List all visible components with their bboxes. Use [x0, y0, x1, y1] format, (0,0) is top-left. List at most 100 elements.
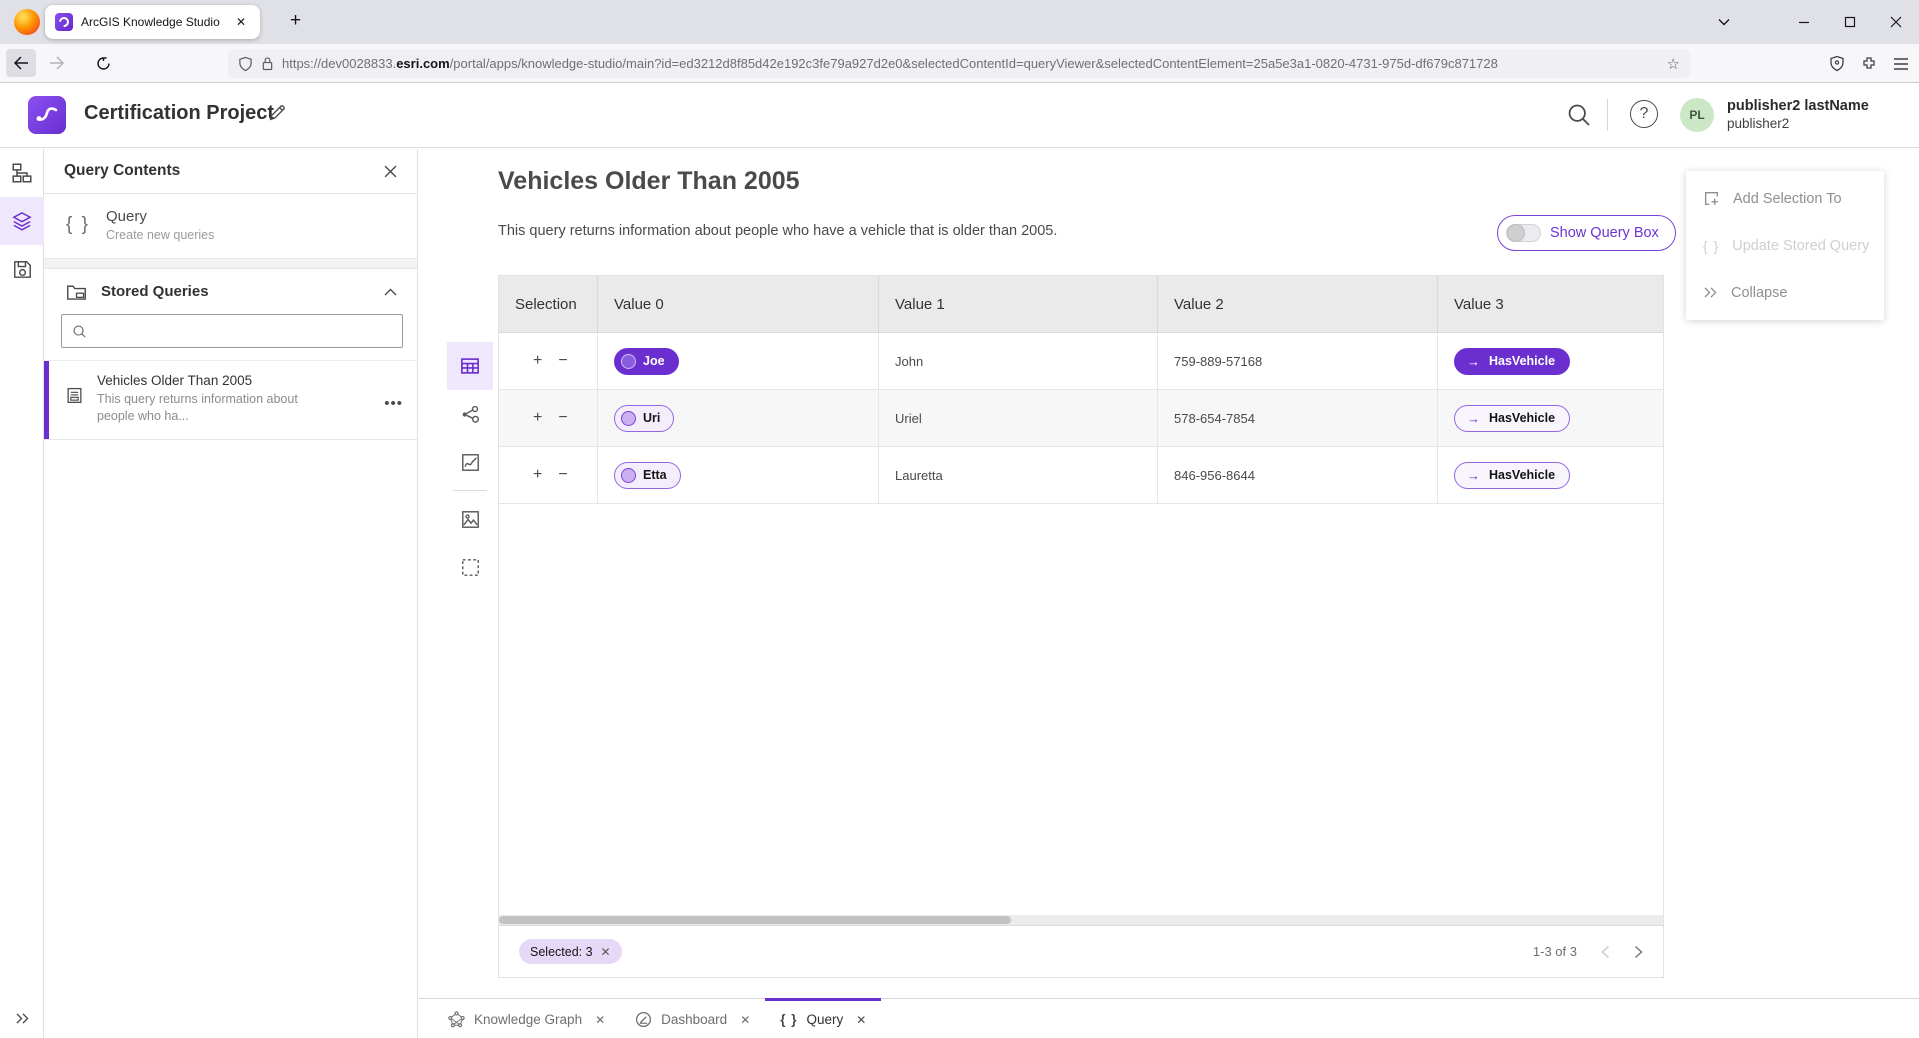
header-divider: [1607, 99, 1608, 131]
lock-icon[interactable]: [261, 56, 274, 71]
table-header-row: Selection Value 0 Value 1 Value 2 Value …: [499, 276, 1663, 333]
stored-queries-title: Stored Queries: [101, 283, 370, 300]
folder-icon: [66, 282, 87, 301]
menu-item-update-stored-query[interactable]: { } Update Stored Query: [1686, 222, 1884, 269]
close-tab-icon[interactable]: ✕: [856, 1013, 866, 1027]
close-tab-icon[interactable]: ✕: [740, 1013, 750, 1027]
cell-value[interactable]: 759-889-57168: [1158, 333, 1438, 389]
remove-from-selection-icon[interactable]: −: [558, 353, 567, 369]
cell-value[interactable]: Lauretta: [879, 447, 1158, 503]
firefox-icon[interactable]: [14, 9, 40, 35]
content-tab-bar: Knowledge Graph ✕ Dashboard ✕ { } Query …: [419, 998, 1919, 1038]
query-item-title: Query: [106, 208, 214, 225]
column-header[interactable]: Value 1: [879, 276, 1158, 332]
avatar[interactable]: PL: [1680, 98, 1714, 132]
selection-context-menu: Add Selection To { } Update Stored Query…: [1686, 171, 1884, 320]
help-icon[interactable]: ?: [1630, 100, 1658, 128]
item-options-icon[interactable]: •••: [384, 395, 403, 412]
column-header[interactable]: Selection: [499, 276, 598, 332]
account-shield-icon[interactable]: [1829, 55, 1845, 72]
entity-pill[interactable]: Uri: [614, 405, 674, 432]
entity-pill[interactable]: Joe: [614, 348, 679, 375]
list-tabs-icon[interactable]: [1701, 0, 1747, 44]
cell-value[interactable]: 846-956-8644: [1158, 447, 1438, 503]
minimize-icon[interactable]: [1781, 0, 1827, 44]
url-bar[interactable]: https://dev0028833.esri.com/portal/apps/…: [228, 49, 1690, 78]
column-header[interactable]: Value 0: [598, 276, 879, 332]
remove-from-selection-icon[interactable]: −: [558, 467, 567, 483]
close-window-icon[interactable]: [1873, 0, 1919, 44]
table-view-icon[interactable]: [447, 342, 493, 390]
stored-queries-header[interactable]: Stored Queries: [44, 269, 417, 312]
close-tab-icon[interactable]: ✕: [595, 1013, 605, 1027]
tab-dashboard[interactable]: Dashboard ✕: [620, 998, 765, 1038]
selected-count-chip[interactable]: Selected: 3 ✕: [519, 939, 622, 964]
extensions-icon[interactable]: [1861, 56, 1877, 72]
scrollbar-thumb[interactable]: [499, 916, 1011, 924]
menu-item-add-selection-to[interactable]: Add Selection To: [1686, 175, 1884, 222]
stored-query-file-icon: [66, 387, 83, 425]
relationship-pill[interactable]: →HasVehicle: [1454, 348, 1570, 375]
stored-query-item[interactable]: Vehicles Older Than 2005 This query retu…: [44, 360, 417, 440]
relationship-pill[interactable]: →HasVehicle: [1454, 462, 1570, 489]
entity-dot-icon: [621, 354, 636, 369]
results-table: Selection Value 0 Value 1 Value 2 Value …: [498, 275, 1664, 978]
stored-queries-search-input[interactable]: [95, 324, 392, 339]
back-icon[interactable]: [6, 49, 36, 77]
reload-icon[interactable]: [88, 49, 118, 77]
edit-pencil-icon[interactable]: [268, 103, 287, 122]
share-view-icon[interactable]: [447, 390, 493, 438]
page-previous-icon[interactable]: [1601, 945, 1610, 959]
new-tab-button[interactable]: +: [282, 8, 309, 34]
sidebar-item-data-model[interactable]: [0, 149, 44, 197]
tab-query[interactable]: { } Query ✕: [765, 998, 881, 1038]
menu-item-collapse[interactable]: Collapse: [1686, 269, 1884, 316]
add-to-selection-icon[interactable]: +: [533, 467, 542, 483]
column-header[interactable]: Value 3: [1438, 276, 1663, 332]
add-to-selection-icon[interactable]: +: [533, 353, 542, 369]
cell-value[interactable]: Uriel: [879, 390, 1158, 446]
query-item[interactable]: { } Query Create new queries: [44, 194, 417, 259]
entity-pill[interactable]: Etta: [614, 462, 681, 489]
browser-tab[interactable]: ArcGIS Knowledge Studio ✕: [45, 5, 260, 39]
sidebar-item-save[interactable]: [0, 245, 44, 293]
panel-title: Query Contents: [64, 162, 384, 180]
sidebar-item-contents[interactable]: [0, 197, 44, 245]
page-next-icon[interactable]: [1634, 945, 1643, 959]
remove-from-selection-icon[interactable]: −: [558, 410, 567, 426]
query-contents-panel: Query Contents { } Query Create new quer…: [44, 149, 418, 1038]
chart-view-icon[interactable]: [447, 438, 493, 486]
maximize-icon[interactable]: [1827, 0, 1873, 44]
cell-value[interactable]: 578-654-7854: [1158, 390, 1438, 446]
clear-selection-icon[interactable]: ✕: [601, 945, 611, 959]
dashboard-gauge-icon: [635, 1011, 652, 1028]
select-view-icon[interactable]: [447, 543, 493, 591]
image-view-icon[interactable]: [447, 495, 493, 543]
arrow-right-icon: →: [1467, 411, 1480, 426]
forward-icon[interactable]: [42, 49, 72, 77]
add-to-selection-icon[interactable]: +: [533, 410, 542, 426]
panel-close-icon[interactable]: [384, 165, 397, 178]
toggle-track[interactable]: [1506, 224, 1541, 242]
expand-panel-icon[interactable]: [0, 1004, 44, 1032]
url-text: https://dev0028833.esri.com/portal/apps/…: [282, 56, 1659, 71]
column-header[interactable]: Value 2: [1158, 276, 1438, 332]
braces-icon: { }: [1703, 238, 1719, 254]
toggle-label: Show Query Box: [1550, 225, 1659, 241]
show-query-box-toggle[interactable]: Show Query Box: [1497, 215, 1676, 251]
cell-value[interactable]: John: [879, 333, 1158, 389]
bookmark-star-icon[interactable]: ☆: [1667, 55, 1680, 73]
search-icon[interactable]: [1566, 102, 1592, 128]
knowledge-studio-logo-icon: [28, 96, 66, 134]
tab-close-icon[interactable]: ✕: [232, 13, 250, 31]
tab-knowledge-graph[interactable]: Knowledge Graph ✕: [433, 998, 620, 1038]
user-menu[interactable]: publisher2 lastName publisher2: [1727, 98, 1869, 132]
relationship-pill[interactable]: →HasVehicle: [1454, 405, 1570, 432]
chevron-up-icon[interactable]: [384, 288, 397, 296]
pagination-range: 1-3 of 3: [1533, 944, 1577, 959]
menu-hamburger-icon[interactable]: [1893, 57, 1909, 71]
stored-queries-search[interactable]: [61, 314, 403, 348]
horizontal-scrollbar[interactable]: [499, 915, 1663, 925]
tracking-shield-icon[interactable]: [238, 56, 253, 72]
user-username: publisher2: [1727, 115, 1869, 132]
